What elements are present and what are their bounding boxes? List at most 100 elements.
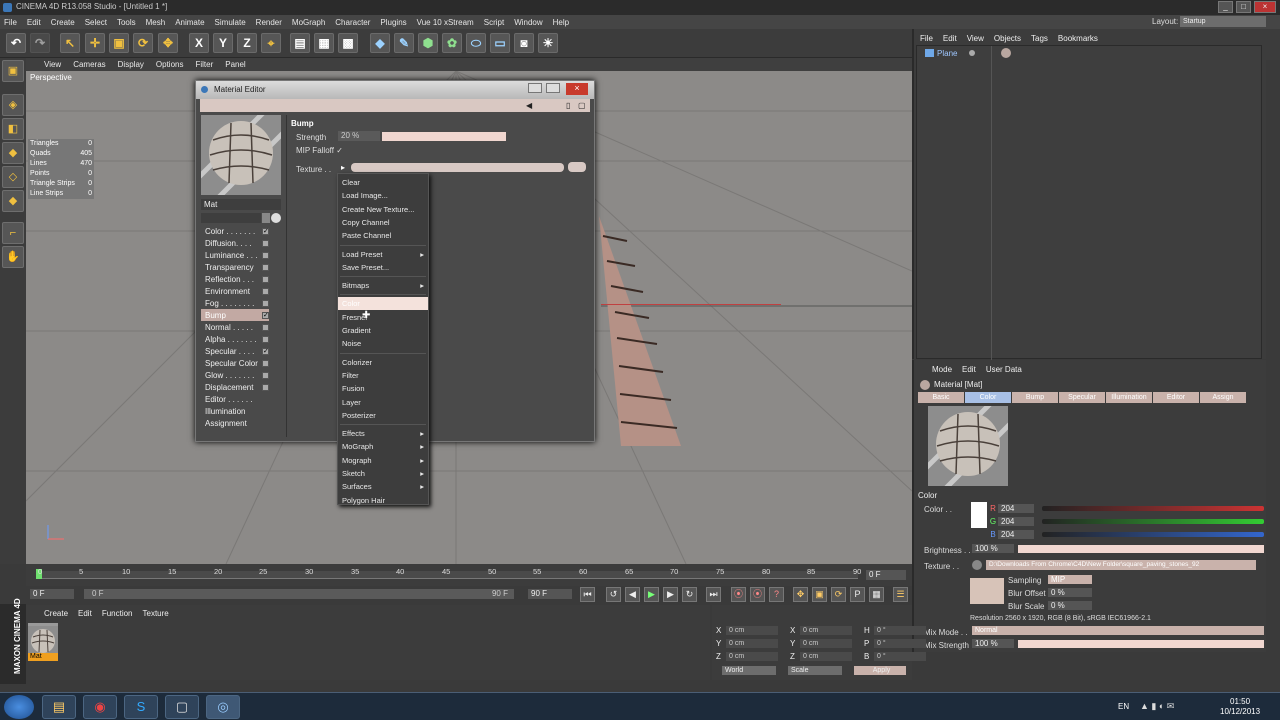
texture-mode-icon[interactable]: ◧ (2, 118, 24, 140)
menu-item-fusion[interactable]: Fusion (338, 382, 428, 395)
material-editor-titlebar[interactable]: Material Editor × (196, 81, 594, 99)
select-tool-icon[interactable]: ↖ (60, 33, 80, 53)
channel-fog[interactable]: Fog . . . . . . . . (201, 297, 269, 309)
menu-edit[interactable]: Edit (27, 18, 41, 27)
record-keys-icon[interactable]: ⦿ (731, 587, 746, 602)
channel-alpha[interactable]: Alpha . . . . . . . (201, 333, 269, 345)
mip-falloff-checkbox[interactable]: ✓ (336, 146, 343, 155)
texture-path-field[interactable]: D:\Downloads From Chrome\C4D\New Folder\… (986, 560, 1256, 570)
keyframe-selection-icon[interactable]: ? (769, 587, 784, 602)
color-swatch[interactable] (971, 502, 987, 528)
channel-diffusion[interactable]: Diffusion. . . . (201, 237, 269, 249)
size-mode-select[interactable]: Scale (788, 666, 842, 675)
channel-glow[interactable]: Glow . . . . . . . (201, 369, 269, 381)
menu-item-posterizer[interactable]: Posterizer (338, 409, 428, 422)
blur-offset-input[interactable]: 0 % (1048, 588, 1092, 597)
channel-checkbox[interactable] (262, 383, 269, 391)
maximize-button[interactable]: □ (1236, 1, 1251, 13)
menu-item-noise[interactable]: Noise (338, 337, 428, 350)
menu-item-copy-channel[interactable]: Copy Channel (338, 216, 428, 229)
menu-render[interactable]: Render (256, 18, 282, 27)
green-input[interactable]: 204 (998, 517, 1034, 526)
tab-assign[interactable]: Assign (1200, 392, 1246, 403)
rotation-h-input[interactable]: 0 ° (874, 626, 926, 635)
strength-input[interactable]: 20 % (338, 131, 380, 141)
channel-assignment[interactable]: Assignment (201, 417, 269, 429)
brightness-input[interactable]: 100 % (972, 544, 1014, 553)
points-mode-icon[interactable]: ◆ (2, 142, 24, 164)
start-button[interactable] (4, 695, 34, 719)
go-to-end-icon[interactable]: ⏭ (706, 587, 721, 602)
viewport-menu-cameras[interactable]: Cameras (73, 60, 105, 69)
rotation-b-input[interactable]: 0 ° (874, 652, 926, 661)
channel-checkbox[interactable] (262, 299, 269, 307)
file-explorer-icon[interactable]: ▤ (42, 695, 76, 719)
object-plane[interactable]: Plane (937, 49, 957, 58)
channel-checkbox[interactable] (262, 323, 269, 331)
polygons-mode-icon[interactable]: ◆ (2, 190, 24, 212)
key-position-icon[interactable]: ✥ (793, 587, 808, 602)
red-slider[interactable] (1042, 506, 1264, 511)
spline-pen-icon[interactable]: ✎ (394, 33, 414, 53)
channel-displacement[interactable]: Displacement (201, 381, 269, 393)
menu-item-gradient[interactable]: Gradient (338, 324, 428, 337)
channel-checkbox[interactable]: ✓ (262, 227, 269, 235)
mm-menu-edit[interactable]: Edit (78, 609, 92, 618)
menu-item-paste-channel[interactable]: Paste Channel (338, 229, 428, 242)
channel-checkbox[interactable] (262, 275, 269, 283)
channel-reflection[interactable]: Reflection . . . (201, 273, 269, 285)
channel-checkbox[interactable] (262, 371, 269, 379)
deformer-icon[interactable]: ⬭ (466, 33, 486, 53)
viewport-menu-display[interactable]: Display (118, 60, 144, 69)
timeline-window-icon[interactable]: ☰ (893, 587, 908, 602)
viewport-menu-options[interactable]: Options (156, 60, 184, 69)
objects-menu-objects[interactable]: Objects (994, 34, 1021, 43)
menu-vue[interactable]: Vue 10 xStream (417, 18, 474, 27)
menu-item-layer[interactable]: Layer (338, 396, 428, 409)
menu-item-sketch[interactable]: Sketch ▸ (338, 467, 428, 480)
previous-key-icon[interactable]: ↺ (606, 587, 621, 602)
undo-icon[interactable]: ↶ (6, 33, 26, 53)
autokey-icon[interactable]: ⦿ (750, 587, 765, 602)
blue-input[interactable]: 204 (998, 530, 1034, 539)
green-slider[interactable] (1042, 519, 1264, 524)
menu-script[interactable]: Script (484, 18, 504, 27)
redo-icon[interactable]: ↷ (30, 33, 50, 53)
position-y-input[interactable]: 0 cm (726, 639, 778, 648)
menu-window[interactable]: Window (514, 18, 542, 27)
menu-item-surfaces[interactable]: Surfaces ▸ (338, 480, 428, 493)
make-editable-icon[interactable]: ▣ (2, 60, 24, 82)
minimize-button[interactable] (528, 83, 542, 93)
strength-slider[interactable] (382, 132, 506, 141)
tab-bump[interactable]: Bump (1012, 392, 1058, 403)
arrow-left-icon[interactable]: ◀ (526, 101, 532, 110)
timeline[interactable]: 0 5 10 15 20 25 30 35 40 45 50 55 60 65 … (26, 564, 912, 586)
tab-illumination[interactable]: Illumination (1106, 392, 1152, 403)
next-key-icon[interactable]: ↻ (682, 587, 697, 602)
channel-checkbox[interactable] (262, 251, 269, 259)
cube-icon[interactable]: ◆ (370, 33, 390, 53)
channel-checkbox[interactable] (262, 239, 269, 247)
filter-toggle[interactable] (262, 213, 270, 223)
menu-item-mograph[interactable]: MoGraph ▸ (338, 440, 428, 453)
mm-menu-function[interactable]: Function (102, 609, 133, 618)
maximize-button[interactable] (546, 83, 560, 93)
menu-item-mograph[interactable]: Mograph ▸ (338, 454, 428, 467)
menu-item-fresnel[interactable]: Fresnel (338, 311, 428, 324)
menu-mesh[interactable]: Mesh (146, 18, 166, 27)
channel-transparency[interactable]: Transparency (201, 261, 269, 273)
channel-environment[interactable]: Environment (201, 285, 269, 297)
menu-create[interactable]: Create (51, 18, 75, 27)
edges-mode-icon[interactable]: ◇ (2, 166, 24, 188)
channel-filter-field[interactable] (201, 213, 261, 223)
brightness-slider[interactable] (1018, 545, 1264, 553)
tab-specular[interactable]: Specular (1059, 392, 1105, 403)
menu-help[interactable]: Help (553, 18, 569, 27)
sampling-select[interactable]: MIP (1048, 575, 1092, 584)
close-button[interactable]: × (1254, 1, 1276, 13)
axis-mode-icon[interactable]: ⌐ (2, 222, 24, 244)
key-parameter-icon[interactable]: P (850, 587, 865, 602)
menu-item-load-preset[interactable]: Load Preset ▸ (338, 248, 428, 261)
previous-frame-icon[interactable]: ◀ (625, 587, 640, 602)
blur-scale-input[interactable]: 0 % (1048, 601, 1092, 610)
